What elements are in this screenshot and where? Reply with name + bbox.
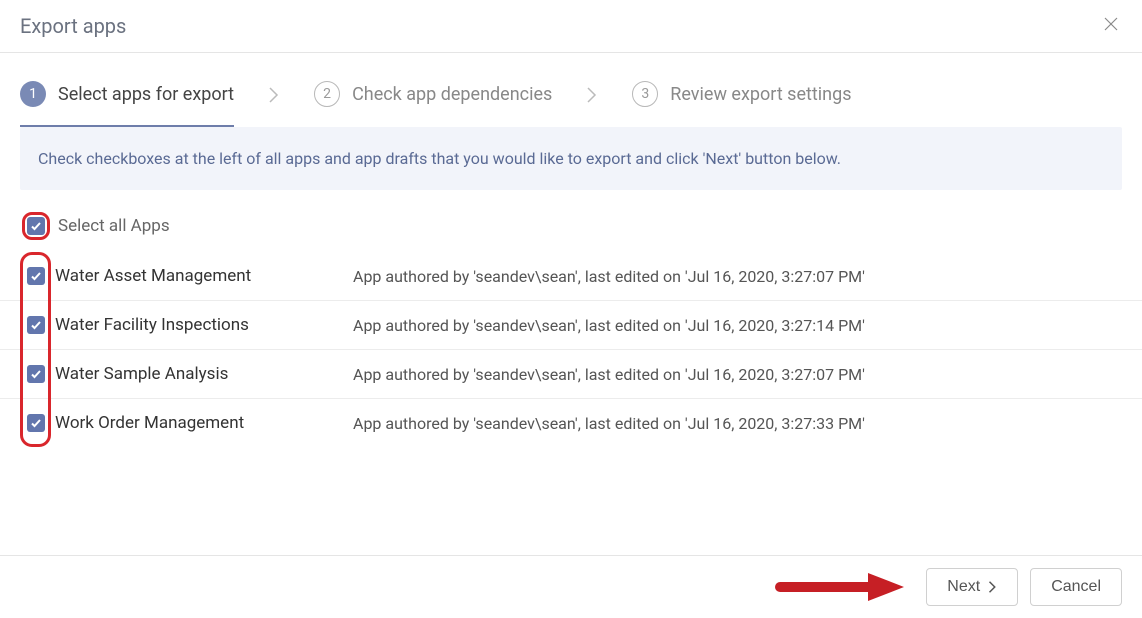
- cancel-button[interactable]: Cancel: [1030, 568, 1122, 606]
- app-meta: App authored by 'seandev\sean', last edi…: [353, 316, 865, 335]
- select-all-row: Select all Apps: [0, 190, 1142, 252]
- step-select-apps[interactable]: 1 Select apps for export: [20, 81, 234, 127]
- next-button[interactable]: Next: [926, 568, 1018, 606]
- dialog-title: Export apps: [20, 14, 126, 38]
- app-name: Work Order Management: [55, 413, 343, 433]
- check-icon: [30, 270, 42, 282]
- app-meta: App authored by 'seandev\sean', last edi…: [353, 267, 865, 286]
- app-name: Water Facility Inspections: [55, 315, 343, 335]
- apps-list: Water Asset Management App authored by '…: [0, 252, 1142, 447]
- instruction-panel: Check checkboxes at the left of all apps…: [20, 127, 1122, 190]
- list-item: Water Asset Management App authored by '…: [0, 252, 1142, 301]
- dialog-header: Export apps: [0, 0, 1142, 53]
- app-checkbox[interactable]: [27, 316, 45, 334]
- check-icon: [30, 368, 42, 380]
- app-name: Water Sample Analysis: [55, 364, 343, 384]
- list-item: Water Facility Inspections App authored …: [0, 301, 1142, 350]
- app-checkbox[interactable]: [27, 365, 45, 383]
- list-item: Water Sample Analysis App authored by 's…: [0, 350, 1142, 399]
- check-icon: [30, 417, 42, 429]
- app-meta: App authored by 'seandev\sean', last edi…: [353, 365, 865, 384]
- step-label: Select apps for export: [58, 84, 234, 105]
- close-button[interactable]: [1102, 15, 1120, 37]
- step-label: Check app dependencies: [352, 84, 552, 105]
- select-all-checkbox[interactable]: [27, 217, 45, 235]
- next-button-label: Next: [947, 578, 980, 596]
- dialog-footer: Next Cancel: [0, 555, 1142, 618]
- step-number: 2: [314, 81, 340, 107]
- app-meta: App authored by 'seandev\sean', last edi…: [353, 414, 865, 433]
- check-icon: [30, 220, 42, 232]
- list-item: Work Order Management App authored by 's…: [0, 399, 1142, 447]
- annotation-arrow-icon: [774, 569, 904, 605]
- chevron-right-icon: [268, 86, 280, 104]
- step-number: 1: [20, 81, 46, 107]
- chevron-right-icon: [988, 580, 997, 594]
- annotation-highlight: [22, 212, 50, 240]
- app-checkbox[interactable]: [27, 414, 45, 432]
- select-all-label: Select all Apps: [58, 216, 170, 236]
- step-review-settings[interactable]: 3 Review export settings: [632, 81, 851, 127]
- cancel-button-label: Cancel: [1051, 578, 1101, 596]
- step-number: 3: [632, 81, 658, 107]
- wizard-steps: 1 Select apps for export 2 Check app dep…: [0, 81, 1142, 127]
- app-checkbox[interactable]: [27, 267, 45, 285]
- chevron-right-icon: [586, 86, 598, 104]
- step-check-dependencies[interactable]: 2 Check app dependencies: [314, 81, 552, 127]
- step-label: Review export settings: [670, 84, 851, 105]
- check-icon: [30, 319, 42, 331]
- close-icon: [1102, 15, 1120, 33]
- app-name: Water Asset Management: [55, 266, 343, 286]
